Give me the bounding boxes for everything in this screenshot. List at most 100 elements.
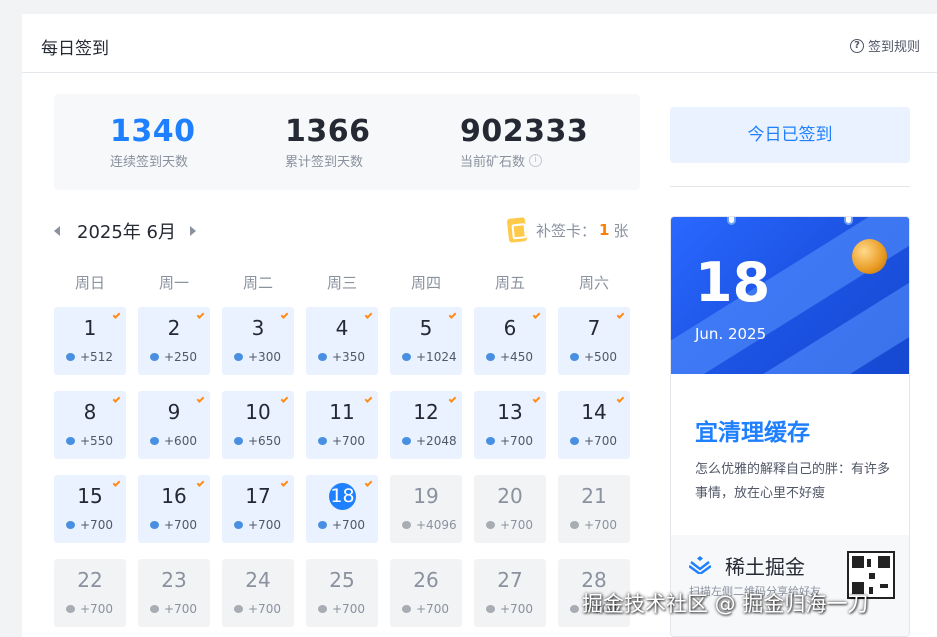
ore-icon — [318, 605, 327, 613]
ore-icon — [234, 353, 243, 361]
calendar-day[interactable]: 8 +550 — [54, 391, 126, 459]
calendar-day[interactable]: 6 +450 — [474, 307, 546, 375]
day-number: 25 — [329, 568, 355, 592]
day-reward: +500 — [570, 350, 617, 364]
ore-icon — [570, 437, 579, 445]
stat-value: 902333 — [460, 114, 589, 149]
calendar-day[interactable]: 22 +700 — [54, 559, 126, 627]
calendar-day[interactable]: 27 +700 — [474, 559, 546, 627]
calendar-day[interactable]: 3 +300 — [222, 307, 294, 375]
info-icon[interactable]: i — [529, 154, 543, 167]
calendar-day[interactable]: 16 +700 — [138, 475, 210, 543]
day-number: 19 — [413, 484, 439, 508]
day-number: 1 — [83, 316, 97, 340]
calendar-day[interactable]: 12 +2048 — [390, 391, 462, 459]
binder-ring-icon — [727, 217, 736, 225]
calendar-day[interactable]: 7 +500 — [558, 307, 630, 375]
calendar-day[interactable]: 19 +4096 — [390, 475, 462, 543]
day-number: 16 — [161, 484, 187, 508]
fortune-text: 怎么优雅的解释自己的胖：有许多事情，放在心里不好瘦 — [695, 462, 891, 501]
ore-icon — [66, 521, 75, 529]
stat-ore: 902333 当前矿石数 i — [460, 114, 588, 170]
signed-today-button[interactable]: 今日已签到 — [670, 107, 910, 163]
day-number: 17 — [245, 484, 271, 508]
reward-value: +700 — [164, 602, 197, 616]
ore-icon — [486, 521, 495, 529]
day-number: 24 — [245, 568, 271, 592]
calendar-day[interactable]: 23 +700 — [138, 559, 210, 627]
reward-value: +4096 — [416, 518, 457, 532]
reward-value: +500 — [584, 350, 617, 364]
ore-icon — [570, 605, 579, 613]
next-month-icon[interactable] — [189, 226, 196, 236]
ore-icon — [66, 437, 75, 445]
calendar-day[interactable]: 2 +250 — [138, 307, 210, 375]
calendar-day[interactable]: 13 +700 — [474, 391, 546, 459]
prev-month-icon[interactable] — [54, 226, 60, 236]
day-number: 11 — [329, 400, 355, 424]
reward-value: +550 — [80, 434, 113, 448]
day-reward: +700 — [486, 434, 533, 448]
day-number: 27 — [497, 568, 523, 592]
day-reward: +512 — [66, 350, 113, 364]
ore-icon — [150, 521, 159, 529]
calendar-day[interactable]: 26 +700 — [390, 559, 462, 627]
ore-icon — [318, 353, 327, 361]
calendar-day[interactable]: 10 +650 — [222, 391, 294, 459]
reward-value: +300 — [248, 350, 281, 364]
calendar-day[interactable]: 4 +350 — [306, 307, 378, 375]
ore-icon — [570, 521, 579, 529]
calendar-day[interactable]: 20 +700 — [474, 475, 546, 543]
reward-value: +700 — [584, 518, 617, 532]
reward-value: +600 — [164, 434, 197, 448]
day-number: 13 — [497, 400, 523, 424]
reward-value: +700 — [248, 602, 281, 616]
watermark: 掘金技术社区 @ 掘金归海一刀 — [582, 592, 869, 616]
calendar-day[interactable]: 14 +700 — [558, 391, 630, 459]
day-reward: +700 — [318, 434, 365, 448]
ore-icon — [234, 521, 243, 529]
calendar-day[interactable]: 18 +700 — [306, 475, 378, 543]
calendar-day[interactable]: 15 +700 — [54, 475, 126, 543]
month-label: 2025年 6月 — [77, 222, 176, 243]
day-reward: +250 — [150, 350, 197, 364]
makeup-card-info[interactable]: 补签卡： 1 张 — [506, 217, 629, 243]
calendar-day[interactable]: 11 +700 — [306, 391, 378, 459]
calendar-day[interactable]: 5 +1024 — [390, 307, 462, 375]
weekday-label: 周一 — [158, 274, 189, 292]
ore-icon — [570, 353, 579, 361]
reward-value: +700 — [332, 434, 365, 448]
reward-value: +700 — [500, 434, 533, 448]
day-number: 12 — [413, 400, 439, 424]
weekday-label: 周四 — [410, 274, 441, 292]
daily-calendar-card: 18 Jun. 2025 宜清理缓存 怎么优雅的解释自己的胖：有许多事情，放在心… — [670, 216, 910, 637]
reward-value: +450 — [500, 350, 533, 364]
weekday-label: 周三 — [326, 274, 357, 292]
ore-icon — [66, 605, 75, 613]
ore-icon — [150, 605, 159, 613]
stat-consecutive: 1340 连续签到天数 — [110, 114, 196, 170]
day-reward: +2048 — [402, 434, 457, 448]
calendar-day[interactable]: 25 +700 — [306, 559, 378, 627]
ore-icon — [486, 605, 495, 613]
day-reward: +700 — [570, 434, 617, 448]
reward-value: +250 — [164, 350, 197, 364]
calendar-day[interactable]: 17 +700 — [222, 475, 294, 543]
day-number: 2 — [167, 316, 181, 340]
weekday-label: 周六 — [578, 274, 609, 292]
fortune-title: 宜清理缓存 — [695, 420, 810, 446]
stat-total: 1366 累计签到天数 — [285, 114, 371, 170]
calendar-day[interactable]: 21 +700 — [558, 475, 630, 543]
rules-link[interactable]: ? 签到规则 — [849, 36, 920, 55]
ore-icon — [402, 521, 411, 529]
reward-value: +2048 — [416, 434, 457, 448]
day-number: 23 — [161, 568, 187, 592]
day-number: 6 — [503, 316, 517, 340]
calendar-day[interactable]: 9 +600 — [138, 391, 210, 459]
calendar-day[interactable]: 24 +700 — [222, 559, 294, 627]
day-reward: +700 — [234, 518, 281, 532]
ore-icon — [486, 353, 495, 361]
calendar-day[interactable]: 1 +512 — [54, 307, 126, 375]
reward-value: +700 — [416, 602, 449, 616]
makeup-unit: 张 — [613, 221, 629, 240]
